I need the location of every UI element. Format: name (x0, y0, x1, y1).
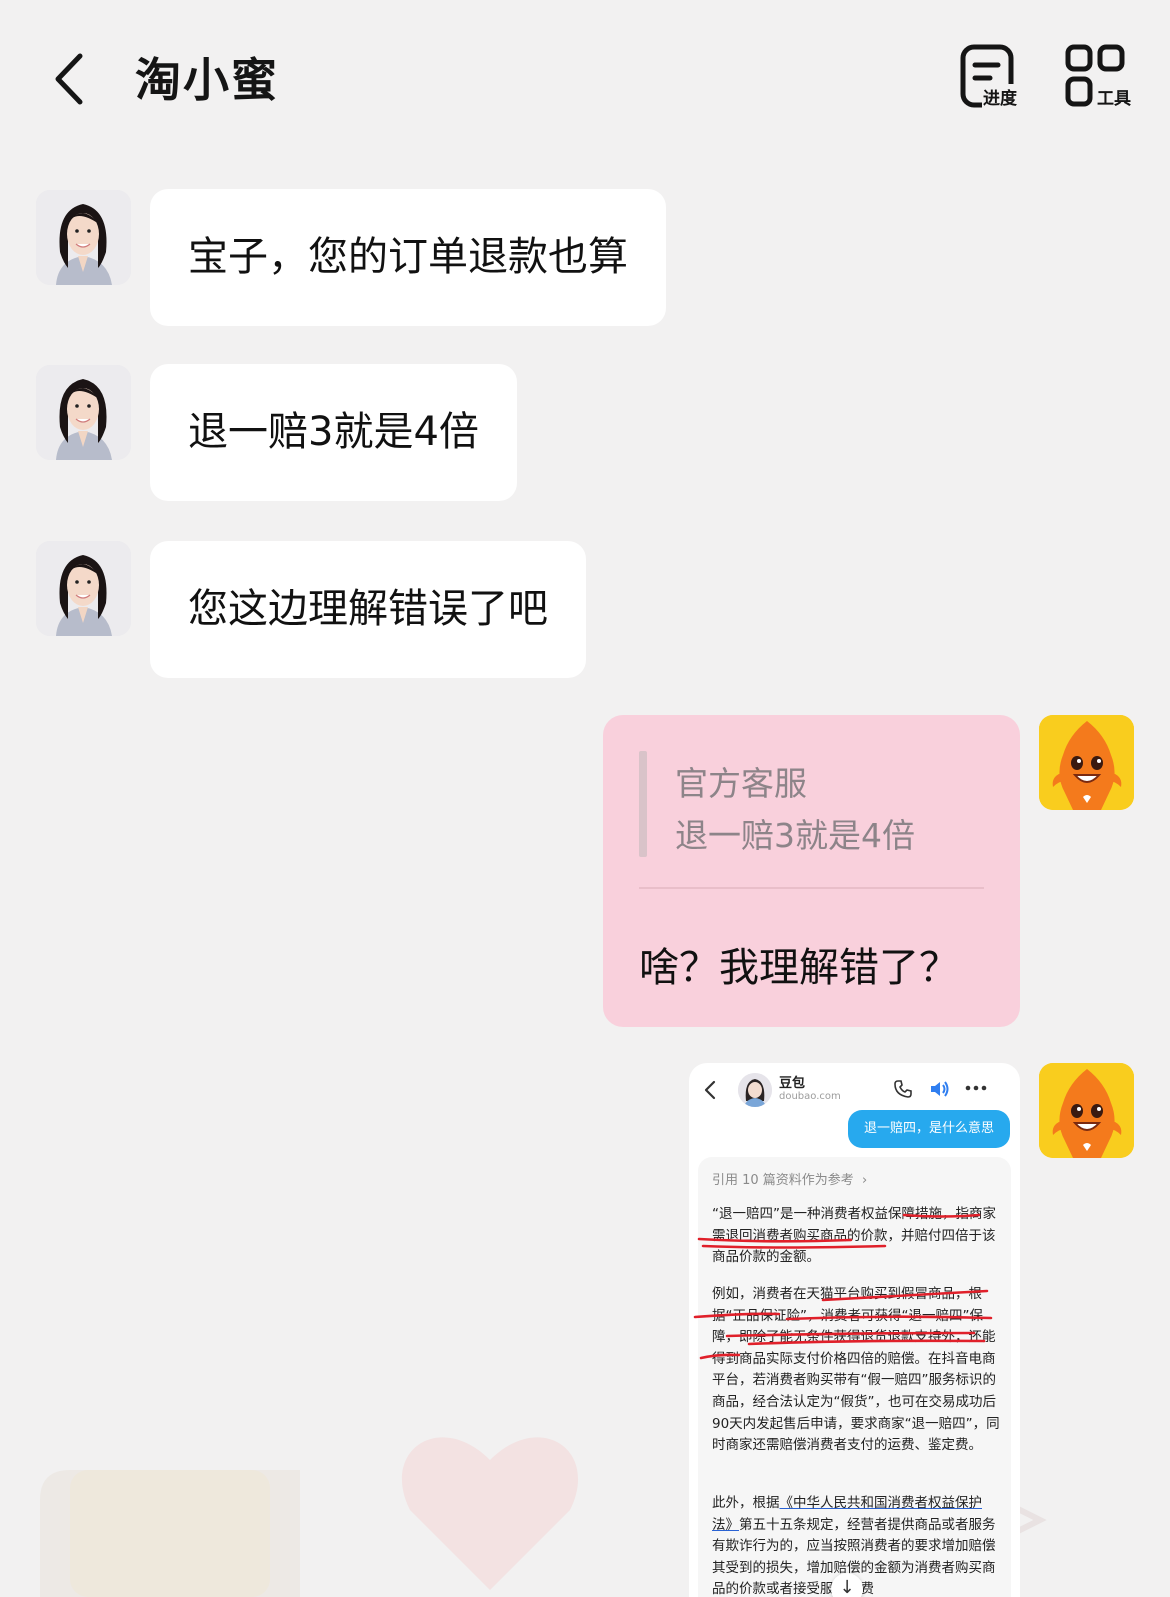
page-title: 淘小蜜 (135, 53, 279, 107)
scroll-down-button[interactable]: ↓ (831, 1573, 863, 1597)
mascot-avatar-icon (1039, 1063, 1134, 1158)
speaker-icon (931, 1081, 949, 1097)
bot-avatar (738, 1073, 772, 1107)
progress-button[interactable]: 进度 (960, 44, 1032, 110)
chevron-left-icon (55, 53, 83, 105)
user-reply-bubble: 官方客服 退一赔3就是4倍 啥？我理解错了？ (603, 715, 1020, 1027)
message-text: 退一赔3就是4倍 (188, 409, 479, 455)
progress-label: 进度 (982, 84, 1018, 109)
tools-label: 工具 (1096, 84, 1132, 109)
agent-message-bubble: 您这边理解错误了吧 (150, 541, 586, 678)
person-portrait-icon (738, 1073, 772, 1107)
message-text: 宝子，您的订单退款也算 (188, 234, 628, 280)
answer-card: 引用 10 篇资料作为参考 › “退一赔四”是一种消费者权益保障措施，指商家需退… (698, 1157, 1011, 1597)
divider (639, 887, 984, 889)
person-portrait-icon (36, 190, 131, 285)
question-bubble: 退一赔四，是什么意思 (847, 1110, 1010, 1148)
quoted-text[interactable]: 退一赔3就是4倍 (675, 809, 915, 857)
agent-avatar[interactable] (36, 190, 131, 285)
quote-bar (639, 751, 647, 857)
message-text: 您这边理解错误了吧 (188, 586, 548, 632)
answer-paragraph: 例如，消费者在天猫平台购买到假冒商品，根据“正品保证险”，消费者可获得“退一赔四… (712, 1286, 1000, 1454)
bot-name: 豆包 (779, 1076, 806, 1091)
back-button[interactable] (44, 48, 96, 108)
agent-message-bubble: 退一赔3就是4倍 (150, 364, 517, 501)
references-link[interactable]: 引用 10 篇资料作为参考 › (712, 1169, 867, 1188)
person-portrait-icon (36, 541, 131, 636)
answer-paragraph: “退一赔四”是一种消费者权益保障措施，指商家需退回消费者购买商品的价款，并赔付四… (712, 1206, 996, 1266)
phone-icon (894, 1080, 912, 1098)
quoted-sender: 官方客服 (675, 764, 807, 803)
paragraph-text: 此外，根据 (712, 1495, 780, 1511)
chevron-right-icon: › (861, 1173, 868, 1188)
references-label: 引用 10 篇资料作为参考 (712, 1173, 854, 1188)
agent-avatar[interactable] (36, 365, 131, 460)
user-avatar[interactable] (1039, 715, 1134, 810)
more-icon (965, 1085, 987, 1091)
person-portrait-icon (36, 365, 131, 460)
top-bar: 淘小蜜 进度 工具 (0, 0, 1170, 150)
mascot-avatar-icon (1039, 715, 1134, 810)
agent-message-bubble: 宝子，您的订单退款也算 (150, 189, 666, 326)
agent-avatar[interactable] (36, 541, 131, 636)
bot-domain: doubao.com (779, 1091, 841, 1102)
tools-button[interactable]: 工具 (1065, 44, 1137, 110)
user-avatar[interactable] (1039, 1063, 1134, 1158)
message-text: 啥？我理解错了？ (639, 945, 959, 991)
chevron-left-icon (704, 1080, 716, 1100)
shared-screenshot[interactable]: 豆包 doubao.com 退一赔四，是什么意思 引用 10 篇资料作为参考 ›… (689, 1063, 1020, 1597)
